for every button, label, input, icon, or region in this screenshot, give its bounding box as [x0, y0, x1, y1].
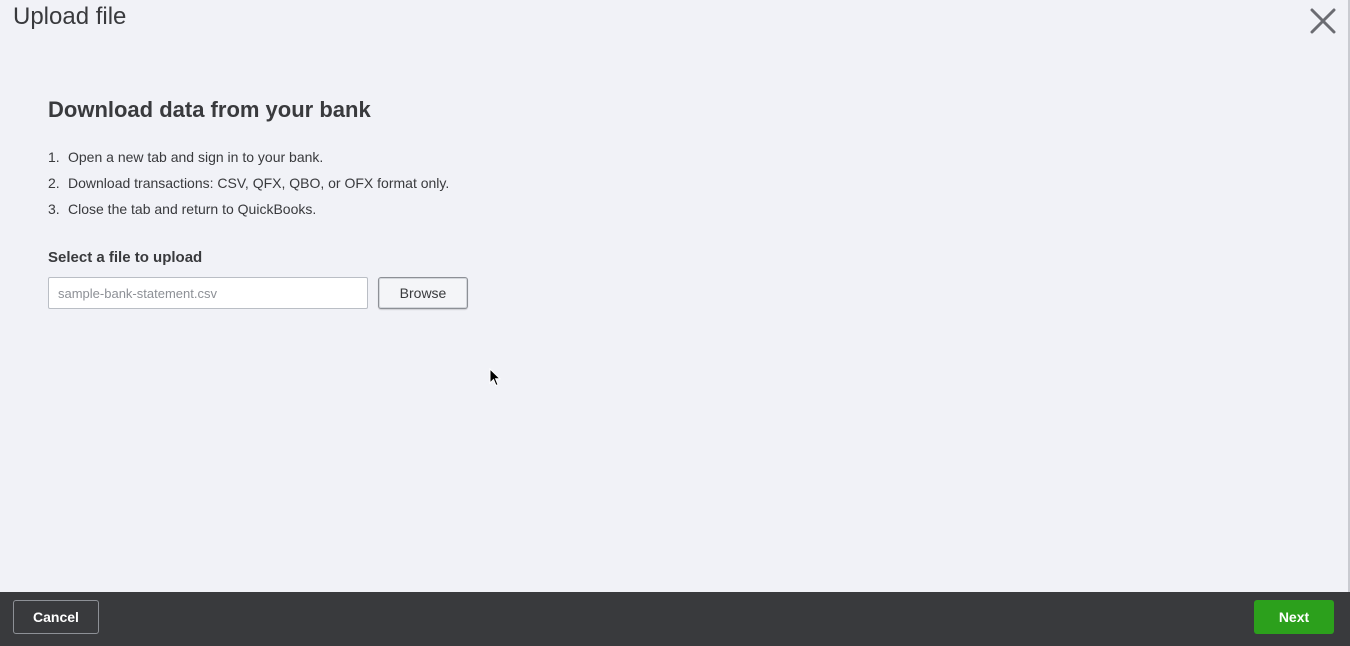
- section-heading: Download data from your bank: [48, 97, 371, 122]
- step-number: 2.: [48, 175, 60, 191]
- step-item: 2. Download transactions: CSV, QFX, QBO,…: [48, 170, 748, 196]
- step-item: 3. Close the tab and return to QuickBook…: [48, 196, 748, 222]
- cancel-button[interactable]: Cancel: [13, 600, 99, 634]
- instruction-steps: 1. Open a new tab and sign in to your ba…: [48, 144, 748, 222]
- dialog-title: Upload file: [13, 3, 127, 30]
- mouse-pointer-icon: [489, 368, 501, 387]
- step-text: Download transactions: CSV, QFX, QBO, or…: [68, 175, 450, 191]
- upload-file-dialog: Upload file Download data from your bank…: [0, 0, 1350, 646]
- step-text: Open a new tab and sign in to your bank.: [68, 149, 324, 165]
- step-item: 1. Open a new tab and sign in to your ba…: [48, 144, 748, 170]
- close-icon: [1310, 8, 1336, 34]
- browse-button[interactable]: Browse: [378, 277, 468, 309]
- dialog-footer: Cancel Next: [0, 592, 1350, 646]
- upload-row: Browse: [48, 277, 748, 309]
- step-number: 3.: [48, 201, 60, 217]
- close-button[interactable]: [1306, 4, 1340, 38]
- step-text: Close the tab and return to QuickBooks.: [68, 201, 317, 217]
- file-path-input[interactable]: [48, 277, 368, 309]
- step-number: 1.: [48, 149, 60, 165]
- next-button[interactable]: Next: [1254, 600, 1334, 634]
- file-select-label: Select a file to upload: [48, 249, 203, 266]
- dialog-content: Download data from your bank 1. Open a n…: [48, 96, 748, 309]
